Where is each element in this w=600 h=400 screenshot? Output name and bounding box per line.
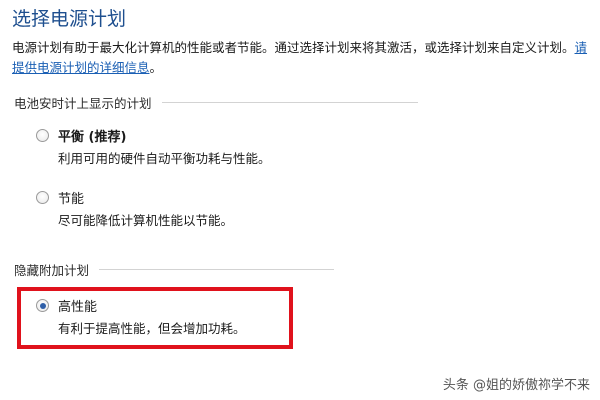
highlight-annotation-box	[17, 287, 293, 349]
section-label: 电池安时计上显示的计划	[14, 95, 152, 111]
plan-power-saver-name[interactable]: 节能	[58, 188, 84, 207]
intro-trailing: 。	[149, 60, 163, 75]
page-title: 选择电源计划	[12, 8, 127, 30]
plan-power-saver-description: 尽可能降低计算机性能以节能。	[58, 213, 234, 228]
plan-power-saver[interactable]: 节能 尽可能降低计算机性能以节能。	[36, 188, 336, 228]
intro-paragraph: 电源计划有助于最大化计算机的性能或者节能。通过选择计划来将其激活，或选择计划来自…	[12, 38, 594, 78]
hidden-plans-section-header: 隐藏附加计划	[14, 261, 334, 278]
section-divider	[99, 268, 334, 270]
section-divider	[161, 101, 418, 103]
power-options-window: 选择电源计划 电源计划有助于最大化计算机的性能或者节能。通过选择计划来将其激活，…	[0, 0, 600, 400]
watermark: 头条 @姐的娇傲祢学不来	[442, 378, 590, 393]
battery-plans-section-header: 电池安时计上显示的计划	[14, 94, 418, 111]
section-label: 隐藏附加计划	[14, 262, 90, 278]
intro-text: 电源计划有助于最大化计算机的性能或者节能。通过选择计划来将其激活，或选择计划来自…	[12, 40, 575, 55]
plan-balanced-description: 利用可用的硬件自动平衡功耗与性能。	[58, 151, 271, 166]
plan-balanced-radio[interactable]	[36, 129, 49, 142]
plan-balanced-name[interactable]: 平衡 (推荐)	[58, 126, 126, 145]
plan-power-saver-radio[interactable]	[36, 191, 49, 204]
plan-balanced[interactable]: 平衡 (推荐) 利用可用的硬件自动平衡功耗与性能。	[36, 126, 336, 166]
